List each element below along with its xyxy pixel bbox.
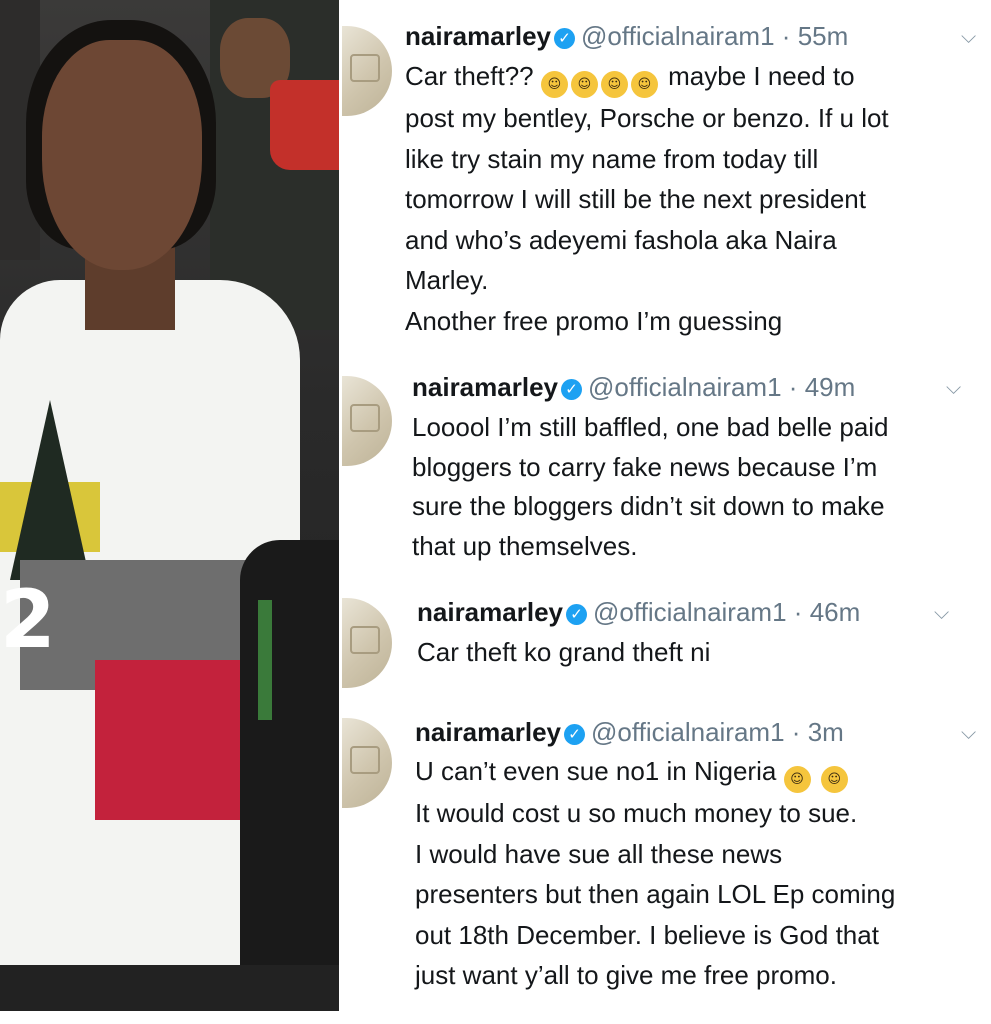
face-with-tears-of-joy-icon: ☺ bbox=[820, 766, 848, 793]
tweet-line: Looool I’m still baffled, one bad belle … bbox=[412, 412, 889, 442]
photo-right-person bbox=[240, 540, 339, 1011]
chevron-down-icon[interactable]: ⌵ bbox=[961, 19, 976, 53]
separator-dot: · bbox=[788, 372, 798, 402]
tweet: nairamarley ✓ @officialnairam1 · 49m ⌵ Loo… bbox=[339, 366, 991, 566]
verified-badge-icon: ✓ bbox=[553, 28, 575, 49]
tweet-line: It would cost u so much money to sue. bbox=[415, 798, 858, 828]
tweet-line: like try stain my name from today till bbox=[405, 143, 819, 174]
photo-panel: 2 bbox=[0, 0, 339, 1011]
handle[interactable]: @officialnairam1 bbox=[581, 21, 775, 51]
face-with-tears-of-joy-icon: ☺ bbox=[540, 71, 568, 98]
avatar[interactable] bbox=[342, 376, 392, 466]
separator-dot: · bbox=[791, 717, 801, 747]
tweet-line-text: U can’t even sue no1 in Nigeria bbox=[415, 756, 777, 786]
handle[interactable]: @officialnairam1 bbox=[593, 597, 787, 627]
tweet-line: tomorrow I will still be the next presid… bbox=[405, 184, 866, 214]
face-with-tears-of-joy-icon: ☺ bbox=[600, 71, 628, 98]
tweet-line: out 18th December. I believe is God that bbox=[415, 919, 879, 950]
tweet-line: Car theft ko grand theft ni bbox=[417, 637, 711, 667]
photo-pants bbox=[0, 965, 339, 1011]
tweet-line: U can’t even sue no1 in Nigeria ☺ ☺ bbox=[415, 751, 895, 793]
chevron-down-icon[interactable]: ⌵ bbox=[946, 370, 961, 404]
tweet-line: that up themselves. bbox=[412, 530, 638, 561]
timestamp[interactable]: 55m bbox=[798, 21, 849, 51]
avatar[interactable] bbox=[342, 26, 392, 116]
display-name[interactable]: nairamarley bbox=[417, 597, 563, 627]
tweet-line-text: Car theft?? bbox=[405, 61, 534, 91]
tweet-line: Marley. bbox=[405, 265, 489, 295]
tweet: nairamarley ✓ @officialnairam1 · 3m ⌵ U ca… bbox=[339, 710, 991, 1000]
photo-officer-red-detail bbox=[270, 80, 339, 170]
tweet-line: sure the bloggers didn’t sit down to mak… bbox=[412, 491, 885, 521]
tweet: nairamarley ✓ @officialnairam1 · 55m ⌵ Car… bbox=[339, 14, 991, 354]
tweet-text: Car theft ko grand theft ni bbox=[417, 632, 710, 673]
face-with-tears-of-joy-icon: ☺ bbox=[570, 71, 598, 98]
verified-badge-icon: ✓ bbox=[560, 379, 582, 400]
avatar[interactable] bbox=[342, 718, 392, 808]
handle[interactable]: @officialnairam1 bbox=[591, 717, 785, 747]
tweet-line: post my bentley, Porsche or benzo. If u … bbox=[405, 103, 889, 133]
tweet-line: Car theft?? ☺ ☺ ☺ ☺ maybe I need to bbox=[405, 56, 889, 98]
chevron-down-icon[interactable]: ⌵ bbox=[934, 595, 949, 629]
tweet-line: I would have sue all these news bbox=[415, 838, 783, 869]
tweet-line-text: maybe I need to bbox=[668, 61, 855, 91]
display-name[interactable]: nairamarley bbox=[412, 372, 558, 402]
tweet-header: nairamarley ✓ @officialnairam1 · 3m bbox=[415, 715, 844, 749]
face-with-tears-of-joy-icon: ☺ bbox=[783, 766, 811, 793]
photo-face bbox=[42, 40, 202, 270]
tweet: nairamarley ✓ @officialnairam1 · 46m ⌵ Car… bbox=[339, 592, 991, 692]
tweet-line: presenters but then again LOL Ep coming bbox=[415, 879, 896, 909]
tweet-text: Looool I’m still baffled, one bad belle … bbox=[412, 408, 889, 566]
photo-right-person-stripe bbox=[258, 600, 272, 720]
photo-shirt-tree-print bbox=[10, 400, 90, 580]
display-name[interactable]: nairamarley bbox=[405, 21, 551, 51]
tweet-header: nairamarley ✓ @officialnairam1 · 49m bbox=[412, 370, 855, 404]
timestamp[interactable]: 3m bbox=[808, 717, 844, 747]
face-with-tears-of-joy-icon: ☺ bbox=[630, 71, 658, 98]
tweet-line: just want y’all to give me free promo. bbox=[415, 960, 837, 990]
tweet-header: nairamarley ✓ @officialnairam1 · 46m bbox=[417, 595, 860, 629]
tweet-text: U can’t even sue no1 in Nigeria ☺ ☺ It w… bbox=[415, 751, 895, 996]
verified-badge-icon: ✓ bbox=[563, 724, 585, 745]
chevron-down-icon[interactable]: ⌵ bbox=[961, 715, 976, 749]
timestamp[interactable]: 49m bbox=[805, 372, 856, 402]
tweet-line: Another free promo I’m guessing bbox=[405, 305, 783, 336]
separator-dot: · bbox=[793, 597, 803, 627]
tweet-header: nairamarley ✓ @officialnairam1 · 55m bbox=[405, 19, 848, 53]
timestamp[interactable]: 46m bbox=[810, 597, 861, 627]
handle[interactable]: @officialnairam1 bbox=[588, 372, 782, 402]
avatar[interactable] bbox=[342, 598, 392, 688]
separator-dot: · bbox=[781, 21, 791, 51]
photo-shirt-number: 2 bbox=[0, 573, 56, 666]
tweet-text: Car theft?? ☺ ☺ ☺ ☺ maybe I need to post my… bbox=[405, 56, 889, 341]
display-name[interactable]: nairamarley bbox=[415, 717, 561, 747]
tweet-line: bloggers to carry fake news because I’m bbox=[412, 451, 878, 482]
tweet-line: and who’s adeyemi fashola aka Naira bbox=[405, 224, 837, 255]
verified-badge-icon: ✓ bbox=[565, 604, 587, 625]
photo-shirt-red-print bbox=[95, 660, 245, 820]
